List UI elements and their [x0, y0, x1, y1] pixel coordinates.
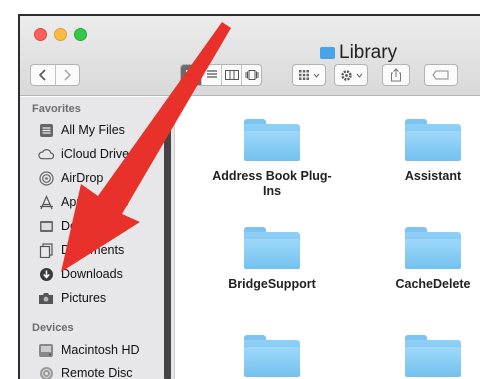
- file-item-folder[interactable]: [207, 335, 337, 377]
- folder-icon: [244, 119, 300, 161]
- sidebar-item-label: AirDrop: [61, 171, 104, 185]
- chevron-right-icon: [64, 69, 72, 81]
- disc-icon: [38, 365, 54, 379]
- forward-button[interactable]: [54, 65, 80, 85]
- column-view-icon: [224, 70, 239, 80]
- applications-icon: [38, 194, 54, 210]
- downloads-icon: [38, 266, 54, 282]
- icon-view-icon: [186, 70, 196, 80]
- cloud-icon: [38, 146, 54, 162]
- window-title-text: Library: [339, 42, 398, 63]
- sidebar-item-pictures[interactable]: Pictures: [38, 288, 106, 308]
- folder-icon: [244, 227, 300, 269]
- cover-flow-view-icon: [245, 70, 258, 80]
- sidebar-item-desktop[interactable]: Desktop: [38, 216, 107, 236]
- sidebar-item-documents[interactable]: Documents: [38, 240, 124, 260]
- file-item-cachedelete[interactable]: CacheDelete: [368, 227, 480, 292]
- folder-icon: [405, 335, 461, 377]
- all-files-icon: [38, 122, 54, 138]
- arrange-button[interactable]: [292, 64, 326, 86]
- sidebar-item-applications[interactable]: Applications: [38, 192, 128, 212]
- desktop-icon: [38, 218, 54, 234]
- sidebar-item-all-my-files[interactable]: All My Files: [38, 120, 125, 140]
- action-button[interactable]: [334, 64, 368, 86]
- grid-arrange-icon: [299, 70, 309, 80]
- file-name: CacheDelete: [395, 277, 471, 291]
- tag-icon: [432, 70, 449, 80]
- sidebar-item-remote-disc[interactable]: Remote Disc: [38, 363, 133, 379]
- cover-flow-view-button[interactable]: [241, 65, 261, 85]
- share-button[interactable]: [382, 64, 410, 86]
- sidebar-item-label: Downloads: [61, 267, 123, 281]
- file-name: Assistant: [404, 169, 462, 183]
- sidebar-item-icloud-drive[interactable]: iCloud Drive: [38, 144, 129, 164]
- back-button[interactable]: [31, 65, 55, 85]
- view-mode-buttons: [180, 64, 262, 86]
- file-item-bridgesupport[interactable]: BridgeSupport: [207, 227, 337, 292]
- airdrop-icon: [38, 170, 54, 186]
- page-margin: [0, 0, 18, 379]
- sidebar-item-label: All My Files: [61, 123, 125, 137]
- folder-icon: [405, 227, 461, 269]
- column-view-button[interactable]: [221, 65, 241, 85]
- close-button[interactable]: [34, 28, 47, 41]
- sidebar: Favorites All My Files iCloud Drive AirD…: [20, 97, 175, 379]
- window-title: Library: [320, 42, 397, 64]
- file-area: Address Book Plug- Ins Assistant BridgeS…: [176, 97, 480, 379]
- sidebar-item-label: Documents: [61, 243, 125, 257]
- chevron-down-icon: [356, 73, 362, 78]
- sidebar-item-airdrop[interactable]: AirDrop: [38, 168, 103, 188]
- documents-icon: [38, 242, 54, 258]
- list-view-icon: [206, 70, 217, 78]
- file-name: BridgeSupport: [228, 277, 316, 291]
- folder-icon: [320, 47, 335, 59]
- favorites-heading: Favorites: [32, 103, 81, 115]
- finder-window: Library Favorites All My Files iCloud Dr…: [18, 14, 480, 379]
- zoom-button[interactable]: [74, 28, 87, 41]
- sidebar-item-label: Desktop: [61, 219, 107, 233]
- file-item-address-book-plug-ins[interactable]: Address Book Plug- Ins: [207, 119, 337, 199]
- sidebar-item-label: Applications: [61, 195, 129, 209]
- tag-button[interactable]: [424, 64, 458, 86]
- chevron-down-icon: [313, 73, 320, 78]
- toolbar: Library: [20, 16, 480, 96]
- devices-heading: Devices: [32, 322, 74, 334]
- folder-icon: [405, 119, 461, 161]
- sidebar-item-downloads[interactable]: Downloads: [38, 264, 123, 284]
- sidebar-scrollbar[interactable]: [164, 113, 171, 379]
- share-icon: [391, 68, 401, 82]
- gear-icon: [340, 69, 352, 81]
- sidebar-item-label: Remote Disc: [61, 366, 133, 379]
- icon-view-button[interactable]: [181, 65, 201, 85]
- folder-icon: [244, 335, 300, 377]
- file-item-folder[interactable]: [368, 335, 480, 377]
- sidebar-item-macintosh-hd[interactable]: Macintosh HD: [38, 340, 140, 360]
- screenshot: Library Favorites All My Files iCloud Dr…: [0, 0, 480, 379]
- chevron-left-icon: [38, 69, 46, 81]
- sidebar-item-label: iCloud Drive: [61, 147, 130, 161]
- sidebar-item-label: Pictures: [61, 291, 107, 305]
- minimize-button[interactable]: [54, 28, 67, 41]
- file-name: Address Book Plug- Ins: [212, 169, 332, 198]
- pictures-icon: [38, 290, 54, 306]
- file-item-assistant[interactable]: Assistant: [368, 119, 480, 184]
- list-view-button[interactable]: [201, 65, 221, 85]
- hard-drive-icon: [38, 342, 54, 358]
- navigation-buttons: [30, 64, 80, 86]
- sidebar-item-label: Macintosh HD: [61, 343, 140, 357]
